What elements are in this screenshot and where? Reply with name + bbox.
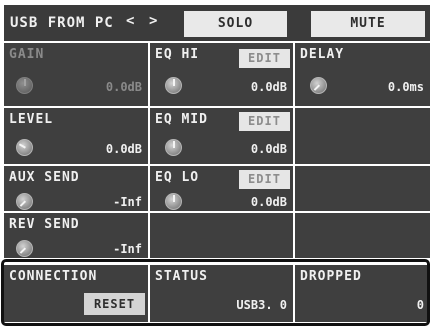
empty-cell — [150, 213, 293, 258]
dropped-label: DROPPED — [300, 269, 362, 284]
eq-hi-edit-button[interactable]: EDIT — [239, 49, 290, 68]
eq-hi-label: EQ HI — [155, 47, 200, 62]
gain-cell[interactable]: GAIN 0.0dB — [4, 43, 148, 106]
eq-lo-value: 0.0dB — [250, 195, 287, 209]
next-channel-button[interactable]: > — [149, 13, 157, 29]
eq-hi-cell[interactable]: EQ HI EDIT 0.0dB — [150, 43, 293, 106]
connection-label: CONNECTION — [9, 269, 98, 284]
status-value: USB3. 0 — [236, 298, 287, 312]
rev-send-cell[interactable]: REV SEND -Inf — [4, 213, 148, 258]
connection-cell: CONNECTION RESET — [4, 265, 148, 322]
eq-mid-label: EQ MID — [155, 112, 208, 127]
gain-label: GAIN — [9, 47, 45, 62]
aux-send-cell[interactable]: AUX SEND -Inf — [4, 166, 148, 211]
mixer-channel-screen: USB FROM PC < > SOLO MUTE GAIN 0.0dB LEV… — [0, 0, 434, 331]
empty-cell — [295, 166, 430, 211]
reset-button[interactable]: RESET — [84, 293, 145, 315]
empty-cell — [295, 108, 430, 164]
rev-send-label: REV SEND — [9, 217, 80, 232]
aux-send-value: -Inf — [113, 195, 142, 209]
eq-mid-value: 0.0dB — [250, 142, 287, 156]
mute-button[interactable]: MUTE — [311, 11, 425, 37]
eq-mid-knob-icon[interactable] — [165, 139, 182, 156]
delay-label: DELAY — [300, 47, 345, 62]
channel-header: USB FROM PC < > SOLO MUTE — [4, 5, 430, 41]
eq-mid-cell[interactable]: EQ MID EDIT 0.0dB — [150, 108, 293, 164]
aux-send-knob-icon[interactable] — [16, 193, 33, 210]
level-knob-icon[interactable] — [16, 139, 33, 156]
level-cell[interactable]: LEVEL 0.0dB — [4, 108, 148, 164]
eq-hi-value: 0.0dB — [250, 80, 287, 94]
empty-cell — [295, 213, 430, 258]
delay-cell[interactable]: DELAY 0.0ms — [295, 43, 430, 106]
delay-value: 0.0ms — [387, 80, 424, 94]
status-label: STATUS — [155, 269, 208, 284]
eq-lo-cell[interactable]: EQ LO EDIT 0.0dB — [150, 166, 293, 211]
eq-mid-edit-button[interactable]: EDIT — [239, 112, 290, 131]
status-cell: STATUS USB3. 0 — [150, 265, 293, 322]
rev-send-value: -Inf — [113, 242, 142, 256]
gain-knob-icon[interactable] — [16, 77, 33, 94]
solo-button[interactable]: SOLO — [184, 11, 287, 37]
prev-channel-button[interactable]: < — [126, 13, 134, 29]
aux-send-label: AUX SEND — [9, 170, 80, 185]
rev-send-knob-icon[interactable] — [16, 240, 33, 257]
dropped-cell: DROPPED 0 — [295, 265, 430, 322]
delay-knob-icon[interactable] — [310, 77, 327, 94]
channel-title: USB FROM PC — [10, 15, 114, 31]
gain-value: 0.0dB — [105, 80, 142, 94]
eq-lo-knob-icon[interactable] — [165, 193, 182, 210]
level-label: LEVEL — [9, 112, 54, 127]
eq-hi-knob-icon[interactable] — [165, 77, 182, 94]
parameter-grid: GAIN 0.0dB LEVEL 0.0dB AUX SEND -Inf REV… — [4, 43, 430, 327]
eq-lo-edit-button[interactable]: EDIT — [239, 170, 290, 189]
level-value: 0.0dB — [105, 142, 142, 156]
eq-lo-label: EQ LO — [155, 170, 200, 185]
dropped-value: 0 — [416, 298, 424, 312]
